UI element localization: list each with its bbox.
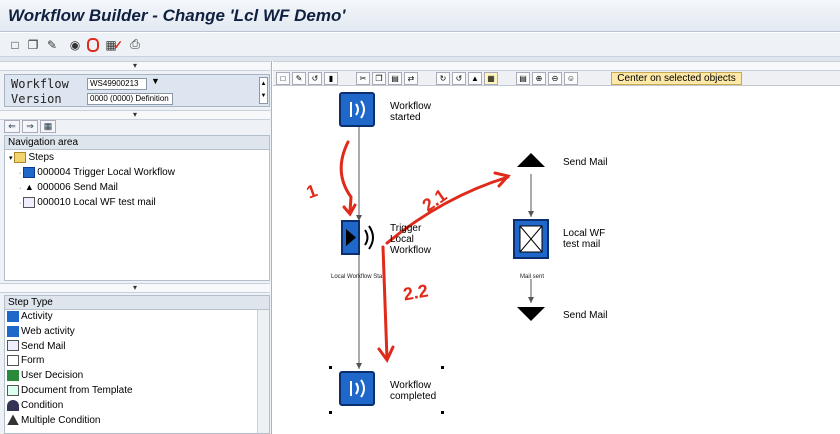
tree-item-local-wf[interactable]: · 000010 Local WF test mail — [5, 195, 269, 210]
fork-start-icon[interactable] — [517, 153, 545, 167]
folder-icon — [14, 151, 27, 163]
condition-icon — [7, 399, 19, 411]
trash-icon[interactable]: ▮ — [324, 72, 338, 85]
step-type-item[interactable]: Condition — [5, 399, 269, 414]
fork-end-icon[interactable] — [517, 307, 545, 321]
cut-icon[interactable]: ✂ — [356, 72, 370, 85]
tree-root[interactable]: ▾ Steps — [5, 150, 269, 165]
new-icon[interactable]: □ — [276, 72, 290, 85]
web-activity-icon — [7, 325, 19, 337]
edit-icon[interactable]: ✎ — [292, 72, 306, 85]
trigger-sub-label: Local Workflow Sta — [331, 274, 383, 280]
undo-icon[interactable]: ↺ — [308, 72, 322, 85]
splitter-nav[interactable]: ▾ — [0, 110, 270, 120]
wave-icon — [364, 225, 374, 250]
rotate-icon[interactable]: ↻ — [436, 72, 450, 85]
selection-handle[interactable] — [329, 366, 332, 369]
forward-icon[interactable]: ⇒ — [22, 120, 38, 133]
arrowhead — [356, 363, 362, 369]
rotate-back-icon[interactable]: ↺ — [452, 72, 466, 85]
form-scrollbar[interactable]: ▲ ▼ — [259, 77, 268, 104]
selection-handle[interactable] — [329, 411, 332, 414]
navigation-header: Navigation area — [5, 136, 269, 150]
version-select[interactable]: 0000 (0000) Definition — [87, 93, 173, 105]
main-toolbar: □ ❐ ✎ ◉ ▦ ✓ ⎙ — [0, 33, 840, 57]
navigation-area: Navigation area ▾ Steps · 000004 Trigger… — [4, 135, 270, 281]
graphic-editor: □ ✎ ↺ ▮ ✂ ❐ ▤ ⇄ ↻ ↺ ▲ ▦ ▤ ⊕ ⊖ ☺ Center o… — [273, 61, 840, 434]
workflow-completed-label: Workflow completed — [390, 380, 437, 402]
window-title: Workflow Builder - Change 'Lcl WF Demo' — [8, 6, 346, 25]
zoom-in-icon[interactable]: ⊕ — [532, 72, 546, 85]
annotation-arrow-22 — [381, 245, 389, 361]
step-type-item[interactable]: Activity — [5, 310, 269, 325]
annotation-label-1: 1 — [304, 180, 320, 202]
swap-icon[interactable]: ⇄ — [404, 72, 418, 85]
document-icon — [7, 384, 19, 396]
chevron-down-icon[interactable]: ▼ — [151, 76, 160, 86]
tree-item-trigger[interactable]: · 000004 Trigger Local Workflow — [5, 165, 269, 180]
splitter-steps[interactable]: ▾ — [0, 283, 270, 293]
arrowhead — [528, 297, 534, 303]
step-type-item[interactable]: User Decision — [5, 369, 269, 384]
overview-icon[interactable]: ▤ — [516, 72, 530, 85]
mail-sent-label: Mail sent — [520, 274, 545, 280]
up-icon[interactable]: ▲ — [468, 72, 482, 85]
annotation-arrow-1 — [339, 140, 353, 214]
step-type-item[interactable]: Form — [5, 354, 269, 369]
canvas-drawing: 1 2.1 2.2 — [304, 92, 549, 414]
version-label: Version — [11, 92, 62, 106]
workflow-canvas[interactable]: 1 2.1 2.2 Workflow started Trigger Local… — [273, 87, 840, 434]
info-icon[interactable] — [84, 36, 102, 53]
annotation-label-22: 2.2 — [402, 281, 430, 305]
copy-icon[interactable]: ❐ — [24, 36, 42, 53]
step-type-area: Step Type Activity Web activity Send Mai… — [4, 295, 270, 434]
workflow-input[interactable]: WS49900213 — [87, 78, 147, 90]
workflow-started-label: Workflow started — [390, 101, 431, 123]
step-type-scrollbar[interactable] — [257, 310, 269, 433]
workflow-icon — [23, 166, 36, 178]
local-wf-label: Local WF test mail — [563, 228, 606, 250]
workflow-label: Workflow — [11, 77, 69, 91]
back-icon[interactable]: ⇐ — [4, 120, 20, 133]
nav-toolbar: ⇐ ⇒ ▦ — [4, 120, 56, 134]
multiple-condition-icon — [7, 414, 19, 426]
selection-handle[interactable] — [441, 366, 444, 369]
title-bar: Workflow Builder - Change 'Lcl WF Demo' — [0, 0, 840, 32]
edit-icon[interactable]: ✎ — [43, 36, 61, 53]
check-mark-icon: ✓ — [112, 37, 124, 52]
mail-icon — [23, 196, 36, 208]
splitter-right[interactable] — [273, 61, 840, 71]
fork-icon: ▲ — [24, 181, 34, 192]
annotation-label-21: 2.1 — [419, 185, 451, 216]
user-icon[interactable]: ☺ — [564, 72, 578, 85]
step-type-header: Step Type — [5, 296, 269, 310]
tree-icon[interactable]: ▦ — [40, 120, 56, 133]
send-mail-label: Send Mail — [563, 157, 608, 168]
zoom-out-icon[interactable]: ⊖ — [548, 72, 562, 85]
activity-icon — [7, 310, 19, 322]
user-decision-icon — [7, 370, 19, 382]
form-icon — [7, 355, 19, 367]
step-type-item[interactable]: Document from Template — [5, 384, 269, 399]
paste-icon[interactable]: ▤ — [388, 72, 402, 85]
selection-handle[interactable] — [441, 411, 444, 414]
editor-toolbar: □ ✎ ↺ ▮ ✂ ❐ ▤ ⇄ ↻ ↺ ▲ ▦ ▤ ⊕ ⊖ ☺ Center o… — [273, 71, 840, 86]
center-selected-button[interactable]: Center on selected objects — [611, 72, 742, 85]
copy-icon[interactable]: ❐ — [372, 72, 386, 85]
step-type-item[interactable]: Multiple Condition — [5, 414, 269, 429]
step-type-item[interactable]: Web activity — [5, 325, 269, 340]
arrowhead — [528, 211, 534, 217]
send-mail-icon — [7, 340, 19, 352]
splitter-top[interactable]: ▾ — [0, 61, 270, 71]
workflow-form: Workflow WS49900213 ▼ Version 0000 (0000… — [4, 74, 270, 107]
new-icon[interactable]: □ — [6, 36, 24, 53]
glasses-icon[interactable]: ◉ — [66, 36, 84, 53]
left-panel: ▾ Workflow WS49900213 ▼ Version 0000 (00… — [0, 61, 272, 434]
step-type-item[interactable]: Send Mail — [5, 340, 269, 355]
trigger-label: Trigger Local Workflow — [390, 223, 431, 256]
print-icon[interactable]: ⎙ — [126, 36, 144, 53]
tree-item-send-mail[interactable]: · ▲ 000006 Send Mail — [5, 180, 269, 195]
send-mail-end-label: Send Mail — [563, 310, 608, 321]
layout-icon[interactable]: ▦ — [484, 72, 498, 85]
